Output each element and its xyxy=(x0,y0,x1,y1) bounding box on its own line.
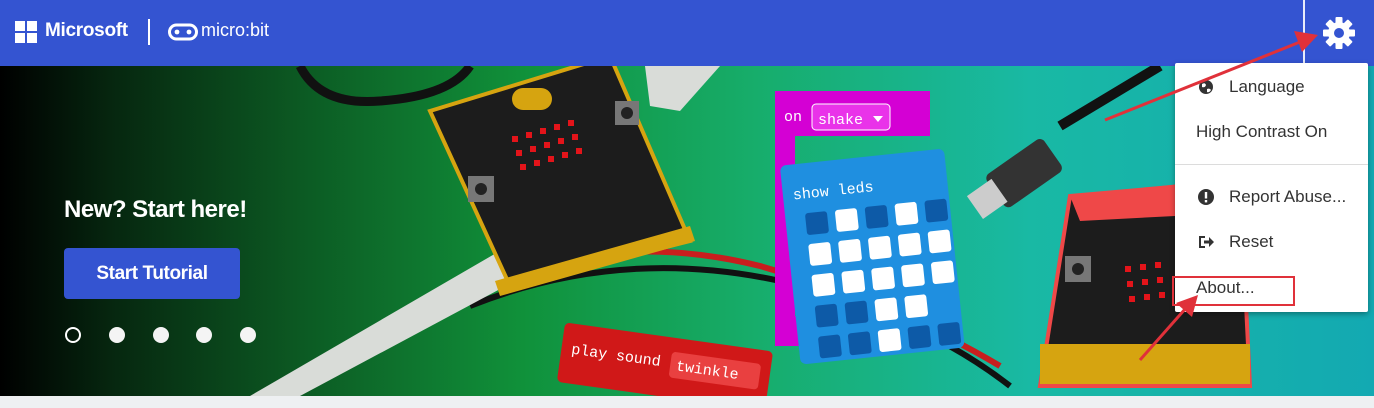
arrow-to-about xyxy=(1138,295,1198,361)
arrow-to-settings xyxy=(1104,31,1318,122)
annotation-arrows xyxy=(1104,31,1318,361)
